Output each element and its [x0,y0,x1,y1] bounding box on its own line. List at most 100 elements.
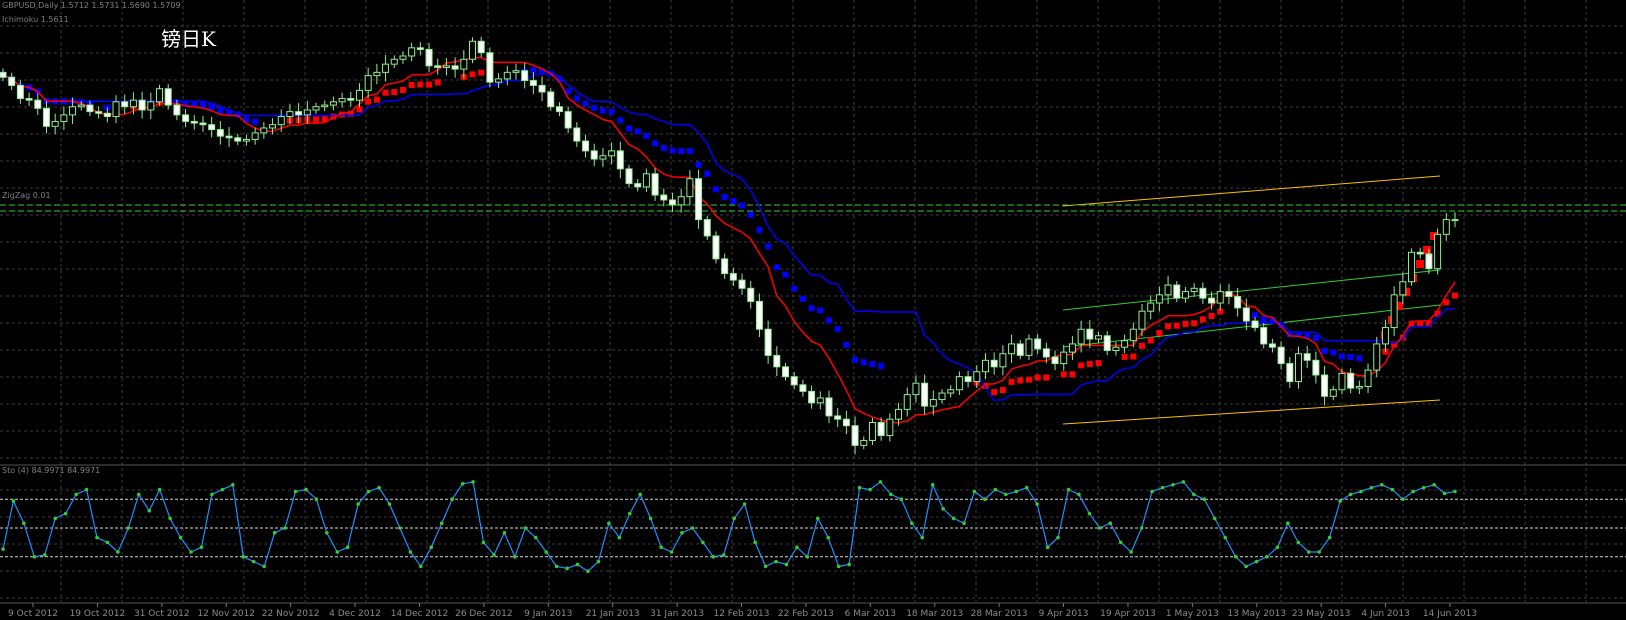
kumo-marker [1130,353,1137,360]
candle-body [912,382,920,396]
candle-body [816,397,824,404]
candle-body [156,88,164,103]
stochastic-point [1286,521,1290,525]
kumo-marker [1338,353,1345,360]
stochastic-point [1202,497,1207,502]
candle [695,169,703,229]
candle-body [1164,284,1172,296]
stochastic-point [805,555,810,559]
candle-body [1338,372,1346,391]
candle-body [8,76,16,86]
stochastic-point [1171,483,1175,487]
stochastic-point [1087,511,1092,516]
x-tick-label: 9 Apr 2013 [1039,609,1089,619]
candle-body [1068,343,1076,353]
candle-body [703,219,711,237]
stochastic-point [1108,521,1113,525]
candle-body [512,70,520,73]
stochastic-point [1098,526,1102,530]
stochastic-point [1139,526,1144,530]
candle-body [147,101,155,111]
stochastic-point [189,550,193,554]
stochastic-point [680,531,684,535]
stochastic-point [690,526,695,530]
candle-body [86,104,94,113]
stochastic-point [607,521,611,525]
kumo-marker [817,307,824,314]
stochastic-point [304,487,308,492]
candle-body [1138,310,1146,330]
stochastic-point [962,521,966,525]
candle-body [460,58,468,70]
candle-body [495,78,503,83]
candle-body [686,178,694,198]
stochastic-point [910,521,914,525]
stochastic-point [627,511,632,516]
candle-body [921,382,929,407]
symbol-info: GBPUSD,Daily 1.5712 1.5731 1.5690 1.5709 [2,1,181,10]
candle-body [1260,327,1268,345]
stochastic-point [387,502,392,506]
stochastic-point [1380,483,1384,487]
kumo-marker [1008,378,1015,385]
candle-body [1121,340,1129,348]
stochastic-point [481,540,486,545]
candle-body [1129,328,1137,342]
candle-body [42,107,50,127]
stochastic-point [951,516,956,521]
stochastic-point [836,564,841,569]
stochastic-point [32,555,37,559]
candle-body [1242,307,1250,322]
candle-body [416,47,424,50]
candle-body [1112,346,1120,351]
candle-body [408,47,416,57]
kumo-marker [686,147,693,154]
ichimoku-label: Ichimoku 1.5611 [2,15,69,24]
candle-body [1329,389,1337,397]
stochastic-point [1421,485,1426,490]
kumo-projection-marker [1423,246,1431,254]
candle-body [364,75,372,91]
candle-body [877,421,885,437]
x-tick-label: 14 Dec 2012 [391,609,449,619]
stochastic-point [356,502,360,506]
stochastic-point [126,526,131,530]
stochastic-label: Sto (4) 84.9971 84.9971 [2,466,100,475]
candle-body [34,99,42,109]
candle-body [599,155,607,160]
candle-body [0,71,7,78]
candle-body [503,71,511,80]
candle-body [173,104,181,116]
x-tick-label: 13 May 2013 [1227,609,1286,619]
candle-body [1364,369,1372,387]
stochastic-point [11,499,16,503]
stochastic-point [272,531,277,535]
kumo-marker [573,95,580,102]
stochastic-point [1442,491,1447,496]
candle-body [77,104,85,108]
stochastic-point [220,487,225,492]
stochastic-point [1150,489,1154,494]
candle-body [755,300,763,330]
kumo-marker [678,147,685,154]
stochastic-point [899,497,904,502]
candle-body [251,132,259,140]
candle-body [764,328,772,356]
candle-body [1321,374,1329,397]
x-tick-label: 4 Dec 2012 [329,609,381,619]
kumo-marker [1356,355,1363,362]
kumo-marker [1069,371,1076,378]
candle-body [321,104,329,108]
x-tick-label: 9 Oct 2012 [8,609,58,619]
stochastic-point [648,516,653,521]
stochastic-point [701,540,705,545]
kumo-marker [765,243,772,250]
kumo-marker [252,118,259,125]
stochastic-point [53,516,58,521]
stochastic-point [1160,485,1165,490]
stochastic-point [795,545,799,549]
candle-body [1373,343,1381,371]
stochastic-point [241,555,246,559]
stochastic-point [920,535,925,540]
candle-body [442,65,450,68]
